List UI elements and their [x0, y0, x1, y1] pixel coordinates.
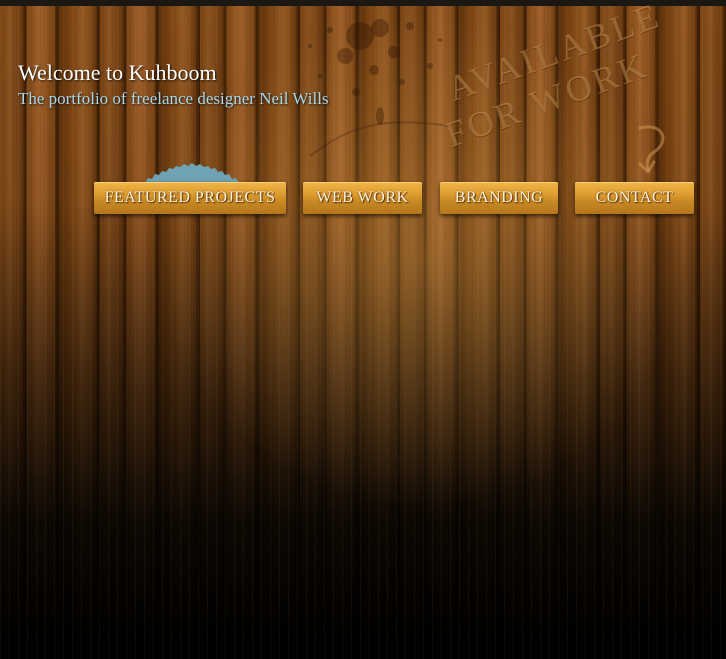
- wood-background: Welcome to Kuhboom The portfolio of free…: [0, 0, 726, 659]
- nav-featured-projects-button[interactable]: FEATURED PROJECTS: [94, 182, 286, 214]
- nav-contact-button[interactable]: CONTACT: [575, 182, 694, 214]
- nav-contact-label: CONTACT: [595, 189, 674, 206]
- nav-web-work-button[interactable]: WEB WORK: [303, 182, 422, 214]
- ink-splatter-decoration: [308, 19, 451, 157]
- nav-branding-label: BRANDING: [454, 189, 544, 206]
- nav-web-work-label: WEB WORK: [316, 189, 409, 206]
- nav-branding-button[interactable]: BRANDING: [440, 182, 558, 214]
- active-tab-indicator-icon: [144, 163, 240, 184]
- page-title: Welcome to Kuhboom: [18, 60, 217, 85]
- top-bar: [0, 0, 726, 6]
- curved-arrow-icon: [638, 125, 665, 174]
- page-tagline: The portfolio of freelance designer Neil…: [18, 89, 329, 108]
- nav-featured-projects-label: FEATURED PROJECTS: [104, 189, 276, 206]
- available-for-work-badge: AVAILABLE FOR WORK: [440, 0, 708, 178]
